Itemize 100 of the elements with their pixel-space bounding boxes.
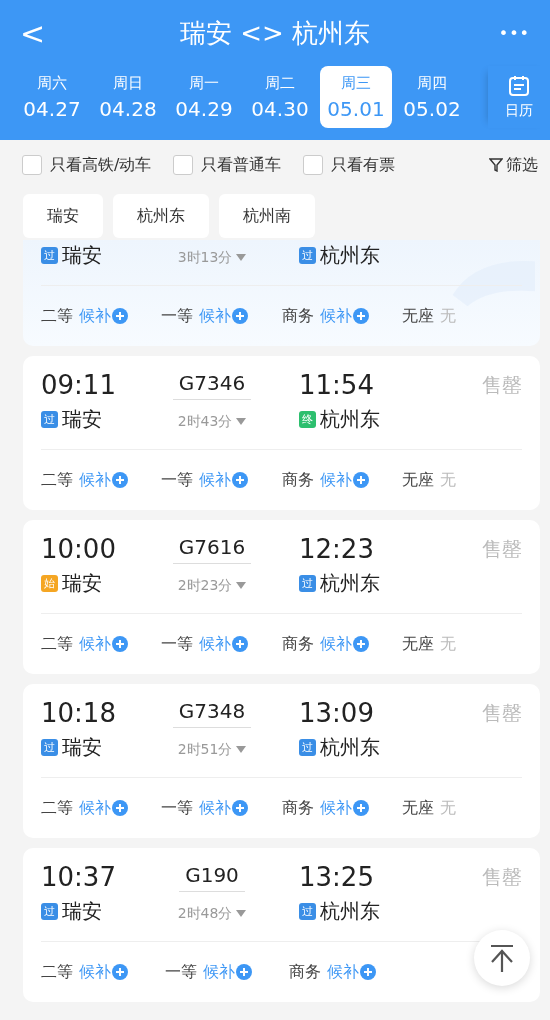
seat-class: 一等: [161, 633, 194, 655]
train-card[interactable]: 过 瑞安 3时13分 过 杭州东 二等 候补 一等 候补 商务 候补 无座 无: [23, 240, 540, 346]
waitlist-link[interactable]: 候补: [79, 305, 111, 327]
station-name: 杭州东: [320, 570, 380, 597]
date-tab[interactable]: 周二 04.30: [244, 66, 316, 128]
seat-class: 无座: [401, 305, 434, 327]
seat-class: 无座: [401, 633, 434, 655]
add-icon[interactable]: [112, 636, 128, 652]
date-tab[interactable]: 周日 04.28: [92, 66, 164, 128]
add-icon[interactable]: [112, 308, 128, 324]
date-tab[interactable]: 周三 05.01: [320, 66, 392, 128]
seat-class: 一等: [161, 797, 194, 819]
add-icon[interactable]: [232, 636, 249, 652]
seat-class: 商务: [281, 797, 314, 819]
seat-status: 无: [439, 305, 456, 327]
train-card[interactable]: 09:11 G7346 11:54 售罄 过 瑞安 2时43分 终 杭州东 二等 候补 一等 候补 商务 候补 无座 无: [23, 356, 540, 510]
waitlist-link[interactable]: 候补: [319, 469, 352, 491]
filter-icon[interactable]: [489, 158, 503, 172]
seat-class: 二等: [41, 797, 73, 819]
dropdown-icon[interactable]: [236, 910, 247, 917]
train-number: G190: [179, 862, 245, 892]
sold-out-label: 售罄: [482, 372, 522, 397]
add-icon[interactable]: [352, 472, 369, 488]
date-tab[interactable]: 周六 04.27: [16, 66, 88, 128]
waitlist-link[interactable]: 候补: [199, 469, 232, 491]
train-number: G7348: [172, 698, 252, 728]
calendar-button[interactable]: 日历: [488, 66, 550, 128]
waitlist-link[interactable]: 候补: [199, 633, 232, 655]
waitlist-link[interactable]: 候补: [199, 797, 232, 819]
filter-checkbox[interactable]: 只看普通车: [173, 154, 282, 176]
waitlist-link[interactable]: 候补: [203, 961, 235, 983]
waitlist-link[interactable]: 候补: [79, 633, 111, 655]
add-icon[interactable]: [112, 472, 128, 488]
waitlist-link[interactable]: 候补: [319, 633, 352, 655]
departure-time: 09:11: [41, 370, 116, 400]
add-icon[interactable]: [352, 800, 369, 816]
station-chip[interactable]: 瑞安: [23, 194, 103, 238]
add-icon[interactable]: [112, 800, 128, 816]
station-name: 杭州东: [320, 898, 380, 925]
station-badge: 过: [41, 247, 58, 264]
trip-duration: 2时23分: [177, 576, 233, 595]
sold-out-label: 售罄: [482, 864, 522, 889]
filter-checkbox[interactable]: 只看高铁/动车: [22, 154, 152, 176]
seat-class: 商务: [281, 633, 314, 655]
add-icon[interactable]: [352, 636, 369, 652]
departure-time: 10:18: [41, 698, 116, 728]
more-button[interactable]: •••: [470, 23, 530, 43]
seat-class: 商务: [281, 305, 314, 327]
filter-checkbox[interactable]: 只看有票: [303, 154, 396, 176]
station-badge: 过: [299, 247, 316, 264]
add-icon[interactable]: [232, 308, 249, 324]
waitlist-link[interactable]: 候补: [319, 305, 352, 327]
seat-class: 商务: [281, 469, 314, 491]
station-badge: 过: [299, 903, 316, 920]
add-icon[interactable]: [112, 964, 128, 980]
dropdown-icon[interactable]: [236, 746, 247, 753]
station-name: 瑞安: [62, 242, 102, 269]
arrival-time: 11:54: [299, 370, 374, 400]
station-name: 杭州东: [320, 242, 380, 269]
station-badge: 过: [41, 411, 58, 428]
seat-status: 无: [439, 469, 456, 491]
date-tab[interactable]: 周四 05.02: [396, 66, 468, 128]
station-chip[interactable]: 杭州东: [113, 194, 209, 238]
train-card[interactable]: 10:37 G190 13:25 售罄 过 瑞安 2时48分 过 杭州东 二等 候补 一等 候补 商务 候补: [23, 848, 540, 1002]
trip-duration: 2时51分: [177, 740, 233, 759]
calendar-icon[interactable]: [507, 74, 531, 98]
waitlist-link[interactable]: 候补: [79, 961, 111, 983]
station-name: 杭州东: [320, 406, 380, 433]
trip-duration: 2时43分: [177, 412, 233, 431]
station-name: 瑞安: [62, 734, 102, 761]
dropdown-icon[interactable]: [236, 254, 247, 261]
arrow-up-icon[interactable]: [489, 943, 515, 973]
train-number: G7346: [172, 370, 252, 400]
date-tab[interactable]: 周一 04.29: [168, 66, 240, 128]
train-card[interactable]: 10:00 G7616 12:23 售罄 始 瑞安 2时23分 过 杭州东 二等 候补 一等 候补 商务 候补 无座 无: [23, 520, 540, 674]
add-icon[interactable]: [360, 964, 376, 980]
filter-button[interactable]: 筛选: [489, 154, 538, 176]
add-icon[interactable]: [232, 800, 249, 816]
dropdown-icon[interactable]: [236, 582, 247, 589]
waitlist-link[interactable]: 候补: [327, 961, 359, 983]
waitlist-link[interactable]: 候补: [79, 797, 111, 819]
back-button[interactable]: <: [20, 15, 80, 51]
add-icon[interactable]: [232, 472, 249, 488]
seat-status: 无: [439, 797, 456, 819]
seat-class: 一等: [161, 469, 194, 491]
seat-class: 无座: [401, 469, 434, 491]
train-card[interactable]: 10:18 G7348 13:09 售罄 过 瑞安 2时51分 过 杭州东 二等 候补 一等 候补 商务 候补 无座 无: [23, 684, 540, 838]
add-icon[interactable]: [352, 308, 369, 324]
station-name: 瑞安: [62, 898, 102, 925]
seat-class: 二等: [41, 469, 73, 491]
station-badge: 过: [299, 739, 316, 756]
add-icon[interactable]: [236, 964, 252, 980]
waitlist-link[interactable]: 候补: [79, 469, 111, 491]
trip-duration: 2时48分: [177, 904, 233, 923]
station-chip[interactable]: 杭州南: [219, 194, 315, 238]
waitlist-link[interactable]: 候补: [319, 797, 352, 819]
dropdown-icon[interactable]: [236, 418, 247, 425]
arrival-time: 13:25: [299, 862, 374, 892]
seat-class: 商务: [289, 961, 321, 983]
waitlist-link[interactable]: 候补: [199, 305, 232, 327]
